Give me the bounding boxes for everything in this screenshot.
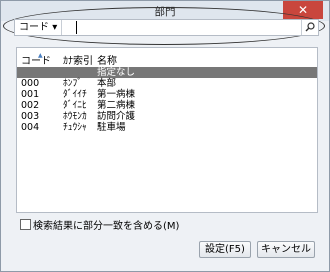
- list-row[interactable]: 000 ﾎﾝﾌﾞ 本部: [17, 78, 317, 89]
- dialog-window: 部門 ✕ コード ▾ コード ▲ ｶﾅ索引 名称 指定なし 000 ﾎﾝﾌﾞ 本…: [0, 0, 330, 272]
- search-field-label: コード: [19, 22, 49, 33]
- column-header-code[interactable]: コード ▲: [21, 52, 51, 67]
- search-input[interactable]: [76, 21, 77, 34]
- department-list[interactable]: コード ▲ ｶﾅ索引 名称 指定なし 000 ﾎﾝﾌﾞ 本部 001 ﾀﾞｲｲﾁ…: [16, 47, 318, 213]
- list-row[interactable]: 003 ﾎｳﾓﾝｶ 訪問介護: [17, 111, 317, 122]
- search-icon: [305, 22, 315, 32]
- ok-button[interactable]: 設定(F5): [199, 241, 251, 258]
- chevron-down-icon: ▾: [52, 22, 58, 33]
- cancel-button[interactable]: キャンセル: [257, 241, 315, 258]
- column-header-kana[interactable]: ｶﾅ索引: [63, 52, 93, 67]
- partial-match-checkbox[interactable]: [20, 219, 31, 230]
- list-row[interactable]: 004 ﾁｭｳｼｬ 駐車場: [17, 122, 317, 133]
- column-header-name[interactable]: 名称: [97, 52, 117, 67]
- search-button[interactable]: [301, 20, 318, 35]
- list-row[interactable]: 001 ﾀﾞｲｲﾁ 第一病棟: [17, 89, 317, 100]
- search-bar: コード ▾: [14, 19, 319, 36]
- list-row[interactable]: 002 ﾀﾞｲﾆﾋ 第二病棟: [17, 100, 317, 111]
- sort-arrow-icon: ▲: [38, 52, 43, 59]
- partial-match-label[interactable]: 検索結果に部分一致を含める(M): [33, 217, 179, 232]
- search-field-dropdown[interactable]: コード ▾: [15, 20, 63, 35]
- list-row[interactable]: 指定なし: [17, 67, 317, 78]
